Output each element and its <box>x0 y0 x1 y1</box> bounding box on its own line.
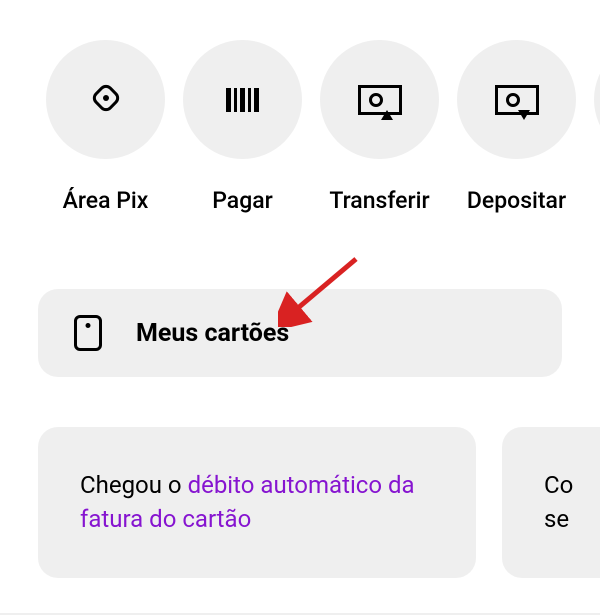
action-label: Pagar <box>212 187 273 214</box>
action-circle <box>594 40 600 159</box>
action-circle <box>46 40 165 159</box>
info-prefix: Chegou o <box>80 471 188 499</box>
transfer-in-icon <box>495 85 539 115</box>
action-label: Área Pix <box>63 187 149 214</box>
info-card[interactable]: Chegou o débito automático da fatura do … <box>38 427 476 578</box>
pix-icon <box>86 78 126 122</box>
action-circle <box>183 40 302 159</box>
card-icon <box>74 315 102 351</box>
action-pix[interactable]: Área Pix <box>46 40 165 214</box>
action-label: Transferir <box>329 187 429 214</box>
action-next-partial[interactable]: R <box>594 40 600 214</box>
my-cards-label: Meus cartões <box>136 319 289 348</box>
quick-actions-row: Área Pix Pagar Transferir Depositar R <box>0 0 600 214</box>
barcode-icon <box>226 88 259 112</box>
info-cards-row: Chegou o débito automático da fatura do … <box>0 377 600 578</box>
info-line: Co <box>544 471 573 499</box>
action-transferir[interactable]: Transferir <box>320 40 439 214</box>
action-circle <box>320 40 439 159</box>
transfer-out-icon <box>358 85 402 115</box>
action-pagar[interactable]: Pagar <box>183 40 302 214</box>
action-label: Depositar <box>467 187 566 214</box>
action-depositar[interactable]: Depositar <box>457 40 576 214</box>
info-line: se <box>544 505 569 533</box>
info-card-text: Chegou o débito automático da fatura do … <box>80 469 434 536</box>
info-card-text: Co se <box>544 469 580 536</box>
my-cards-button[interactable]: Meus cartões <box>38 289 562 377</box>
info-card-partial[interactable]: Co se <box>502 427 600 578</box>
action-circle <box>457 40 576 159</box>
